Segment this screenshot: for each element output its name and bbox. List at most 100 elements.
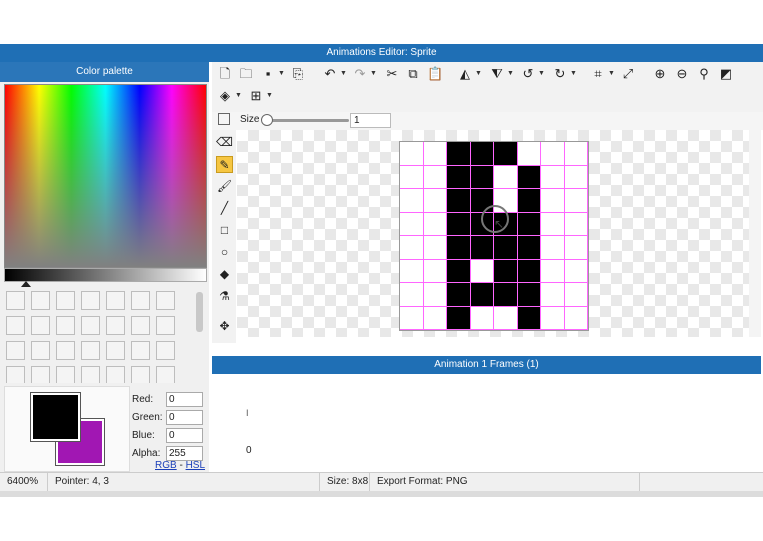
sprite-pixel-filled[interactable] [517, 212, 541, 236]
sprite-pixel-filled[interactable] [470, 236, 494, 260]
eyedropper-icon[interactable]: ⚗ [216, 288, 233, 305]
sprite-pixel-filled[interactable] [447, 189, 471, 213]
selection-icon[interactable] [218, 113, 230, 125]
red-input[interactable]: 0 [166, 391, 203, 407]
sprite-canvas[interactable] [399, 141, 589, 331]
open-folder-icon[interactable]: 🗀 [238, 66, 254, 82]
sprite-pixel-empty[interactable] [541, 165, 565, 189]
sprite-pixel-empty[interactable] [423, 142, 447, 166]
sprite-pixel-empty[interactable] [400, 283, 424, 307]
brightness-pointer-icon[interactable] [21, 281, 31, 287]
palette-swatch[interactable] [106, 341, 125, 360]
redo-icon[interactable]: ↷ [352, 66, 368, 82]
sprite-pixel-empty[interactable] [541, 142, 565, 166]
sprite-pixel-empty[interactable] [541, 236, 565, 260]
rectangle-icon[interactable]: □ [216, 222, 233, 239]
alpha-input[interactable]: 255 [166, 445, 203, 461]
palette-swatch[interactable] [81, 291, 100, 310]
layers-icon[interactable]: ◈ [217, 88, 233, 104]
sprite-pixel-filled[interactable] [517, 236, 541, 260]
hsl-link[interactable]: HSL [186, 460, 205, 471]
sprite-pixel-filled[interactable] [494, 259, 518, 283]
sprite-pixel-empty[interactable] [400, 165, 424, 189]
sprite-pixel-filled[interactable] [447, 306, 471, 330]
sprite-pixel-empty[interactable] [423, 236, 447, 260]
sprite-pixel-empty[interactable] [564, 259, 588, 283]
save-icon[interactable]: ▪ [260, 66, 276, 82]
sprite-pixel-filled[interactable] [447, 142, 471, 166]
sprite-pixel-filled[interactable] [447, 236, 471, 260]
sprite-pixel-empty[interactable] [541, 259, 565, 283]
palette-swatch[interactable] [6, 366, 25, 383]
cut-icon[interactable]: ✂ [384, 66, 400, 82]
primary-color-swatch[interactable] [31, 393, 80, 441]
export-icon[interactable]: ⎘ [290, 66, 306, 82]
swatch-scrollbar[interactable] [196, 292, 203, 332]
palette-swatch[interactable] [156, 366, 175, 383]
palette-swatch[interactable] [131, 291, 150, 310]
zoom-fit-icon[interactable]: ⚲ [696, 66, 712, 82]
sprite-pixel-filled[interactable] [447, 283, 471, 307]
sprite-pixel-filled[interactable] [517, 283, 541, 307]
sprite-pixel-empty[interactable] [400, 236, 424, 260]
palette-swatch[interactable] [156, 291, 175, 310]
rotate-left-icon[interactable]: ↺ [520, 66, 536, 82]
sprite-pixel-empty[interactable] [564, 283, 588, 307]
sprite-pixel-empty[interactable] [470, 259, 494, 283]
sprite-pixel-filled[interactable] [447, 259, 471, 283]
size-slider-thumb[interactable] [261, 114, 273, 126]
palette-swatch[interactable] [31, 316, 50, 335]
sprite-pixel-filled[interactable] [447, 212, 471, 236]
fill-bucket-icon[interactable]: ◆ [216, 266, 233, 283]
palette-swatch[interactable] [6, 341, 25, 360]
blue-input[interactable]: 0 [166, 427, 203, 443]
sprite-pixel-filled[interactable] [494, 283, 518, 307]
rgb-link[interactable]: RGB [155, 460, 177, 471]
palette-swatch[interactable] [131, 366, 150, 383]
sprite-pixel-empty[interactable] [564, 306, 588, 330]
color-spectrum-picker[interactable] [4, 84, 207, 268]
frame-index[interactable]: 0 [246, 445, 252, 456]
sprite-pixel-empty[interactable] [400, 142, 424, 166]
sprite-pixel-empty[interactable] [423, 212, 447, 236]
paste-icon[interactable]: 📋 [427, 66, 443, 82]
palette-swatch[interactable] [31, 341, 50, 360]
sprite-pixel-filled[interactable] [470, 142, 494, 166]
sprite-pixel-empty[interactable] [423, 306, 447, 330]
palette-swatch[interactable] [31, 366, 50, 383]
palette-swatch[interactable] [131, 341, 150, 360]
pencil-icon[interactable]: ✎ [216, 156, 233, 173]
sprite-pixel-empty[interactable] [564, 165, 588, 189]
sprite-pixel-filled[interactable] [517, 165, 541, 189]
sprite-pixel-empty[interactable] [400, 306, 424, 330]
sprite-pixel-empty[interactable] [564, 236, 588, 260]
canvas-scrollbar[interactable] [749, 130, 761, 337]
sprite-pixel-empty[interactable] [541, 283, 565, 307]
rotate-left-dropdown-icon[interactable]: ▼ [538, 66, 545, 82]
palette-swatch[interactable] [6, 291, 25, 310]
ellipse-icon[interactable]: ○ [216, 244, 233, 261]
sprite-pixel-filled[interactable] [517, 259, 541, 283]
undo-icon[interactable]: ↶ [322, 66, 338, 82]
sprite-pixel-filled[interactable] [447, 165, 471, 189]
palette-swatch[interactable] [106, 366, 125, 383]
sprite-pixel-empty[interactable] [517, 142, 541, 166]
sprite-pixel-empty[interactable] [541, 189, 565, 213]
flip-vertical-dropdown-icon[interactable]: ▼ [507, 66, 514, 82]
palette-swatch[interactable] [56, 341, 75, 360]
palette-swatch[interactable] [131, 316, 150, 335]
move-icon[interactable]: ✥ [216, 318, 233, 335]
size-slider-track[interactable] [266, 119, 349, 122]
sprite-pixel-empty[interactable] [494, 306, 518, 330]
frames-panel[interactable]: I 0 [212, 374, 761, 472]
eraser-icon[interactable]: ⌫ [216, 134, 233, 151]
palette-swatch[interactable] [156, 341, 175, 360]
sprite-pixel-filled[interactable] [470, 165, 494, 189]
sprite-pixel-empty[interactable] [564, 142, 588, 166]
crop-icon[interactable]: ⌗ [590, 66, 606, 82]
layers-dropdown-icon[interactable]: ▼ [235, 88, 242, 104]
sprite-pixel-filled[interactable] [517, 306, 541, 330]
sprite-pixel-empty[interactable] [423, 283, 447, 307]
sprite-pixel-filled[interactable] [494, 142, 518, 166]
sprite-pixel-empty[interactable] [564, 212, 588, 236]
